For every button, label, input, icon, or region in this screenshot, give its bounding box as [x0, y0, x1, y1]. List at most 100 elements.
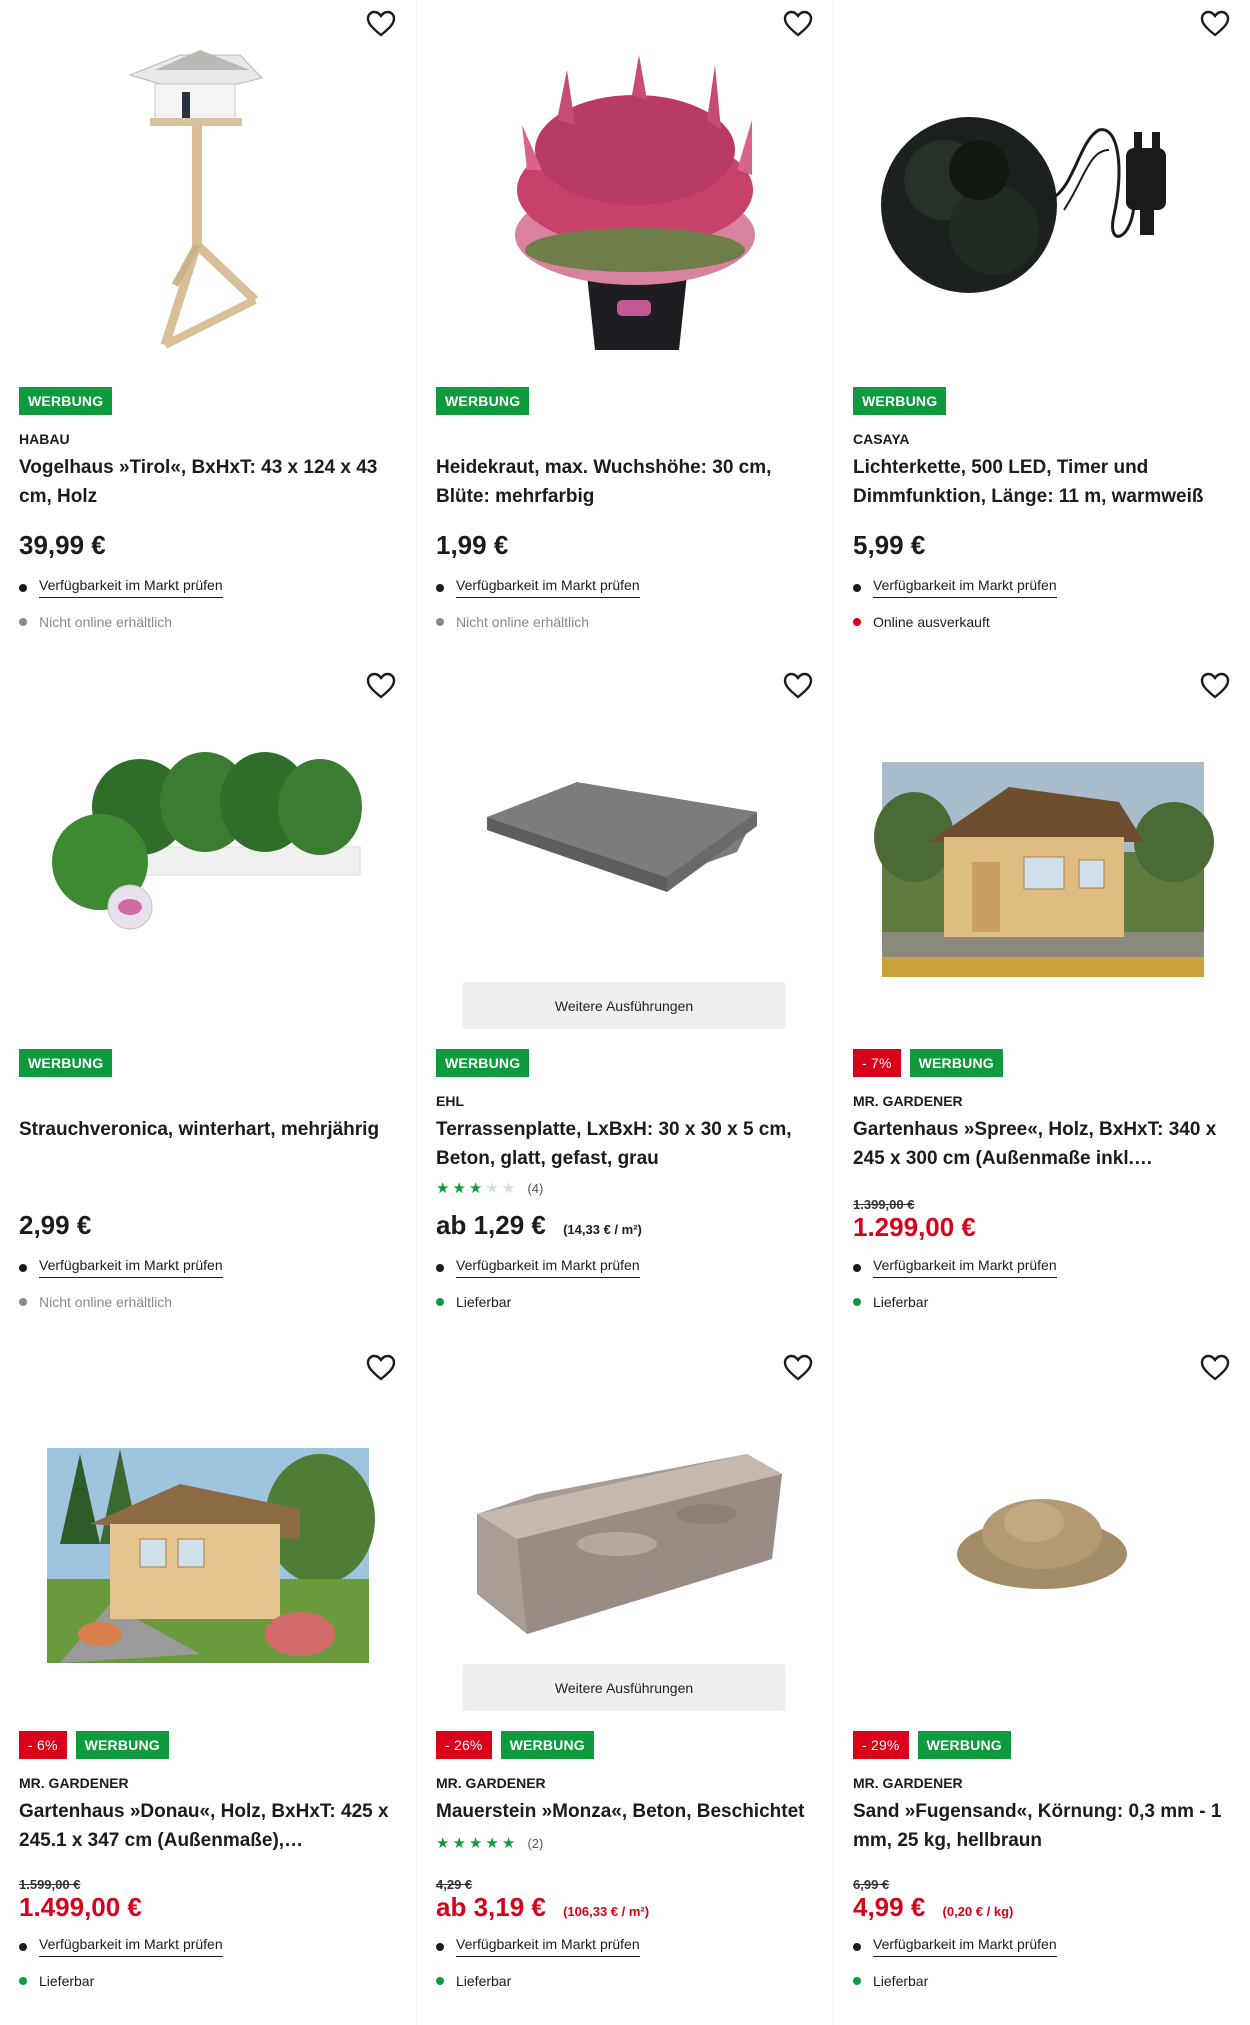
- bullet-icon: [19, 1942, 27, 1951]
- rating-stars[interactable]: ★★★★★ (2): [436, 1834, 543, 1852]
- availability-status: Online ausverkauft: [853, 614, 990, 630]
- product-title[interactable]: Gartenhaus »Spree«, Holz, BxHxT: 340 x 2…: [853, 1115, 1233, 1173]
- unit-price: (14,33 € / m²): [563, 1222, 642, 1237]
- check-availability-link[interactable]: Verfügbarkeit im Markt prüfen: [456, 1257, 640, 1278]
- check-availability-link[interactable]: Verfügbarkeit im Markt prüfen: [456, 577, 640, 598]
- garden-house-donau-image[interactable]: [0, 1344, 416, 1714]
- product-price: 5,99 €: [853, 530, 926, 560]
- check-availability-link[interactable]: Verfügbarkeit im Markt prüfen: [873, 1936, 1057, 1957]
- check-availability-link[interactable]: Verfügbarkeit im Markt prüfen: [39, 1257, 223, 1278]
- bullet-icon: [853, 1263, 861, 1272]
- product-title[interactable]: Terrassenplatte, LxBxH: 30 x 30 x 5 cm, …: [436, 1115, 816, 1173]
- product-title[interactable]: Strauchveronica, winterhart, mehrjährig: [19, 1115, 399, 1144]
- status-text: Lieferbar: [873, 1973, 929, 1989]
- status-text: Lieferbar: [456, 1973, 512, 1989]
- terrace-slab-image[interactable]: [417, 662, 833, 1032]
- rating-count: (4): [527, 1181, 544, 1196]
- product-price: 4,99 € (0,20 € / kg): [853, 1892, 1013, 1923]
- price-value: ab 3,19 €: [436, 1892, 546, 1922]
- availability-check-link[interactable]: Verfügbarkeit im Markt prüfen: [853, 1257, 1057, 1278]
- availability-check-link[interactable]: Verfügbarkeit im Markt prüfen: [19, 1257, 223, 1278]
- price-value: 4,99 €: [853, 1892, 926, 1922]
- availability-check-link[interactable]: Verfügbarkeit im Markt prüfen: [853, 1936, 1057, 1957]
- status-text: Online ausverkauft: [873, 614, 990, 630]
- product-title[interactable]: Gartenhaus »Donau«, Holz, BxHxT: 425 x 2…: [19, 1797, 399, 1855]
- more-variants-button[interactable]: Weitere Ausführungen: [463, 1664, 785, 1711]
- product-brand: CASAYA: [853, 431, 910, 447]
- product-title[interactable]: Sand »Fugensand«, Körnung: 0,3 mm - 1 mm…: [853, 1797, 1233, 1855]
- product-brand: MR. GARDENER: [853, 1093, 963, 1109]
- product-brand: HABAU: [19, 431, 70, 447]
- product-card[interactable]: - 7% WERBUNG MR. GARDENER Gartenhaus »Sp…: [834, 662, 1250, 1344]
- ad-badge: WERBUNG: [500, 1731, 594, 1759]
- star-filled-icon: ★: [436, 1835, 453, 1852]
- star-filled-icon: ★: [436, 1180, 453, 1197]
- product-card[interactable]: - 29% WERBUNG MR. GARDENER Sand »Fugensa…: [834, 1344, 1250, 2025]
- product-brand: MR. GARDENER: [853, 1775, 963, 1791]
- rating-stars[interactable]: ★★★★★ (4): [436, 1179, 543, 1197]
- bird-house-image[interactable]: [0, 0, 416, 370]
- ad-badge: WERBUNG: [917, 1731, 1011, 1759]
- wall-stone-image[interactable]: [417, 1344, 833, 1714]
- bullet-icon: [853, 1942, 861, 1951]
- product-card[interactable]: WERBUNG HABAU Vogelhaus »Tirol«, BxHxT: …: [0, 0, 416, 662]
- availability-check-link[interactable]: Verfügbarkeit im Markt prüfen: [19, 1936, 223, 1957]
- availability-status: Lieferbar: [436, 1973, 511, 1989]
- product-card[interactable]: WERBUNG CASAYA Lichterkette, 500 LED, Ti…: [834, 0, 1250, 662]
- check-availability-link[interactable]: Verfügbarkeit im Markt prüfen: [456, 1936, 640, 1957]
- status-dot-icon: [853, 1298, 861, 1306]
- availability-check-link[interactable]: Verfügbarkeit im Markt prüfen: [436, 1257, 640, 1278]
- joint-sand-image[interactable]: [834, 1344, 1250, 1714]
- star-filled-icon: ★: [485, 1835, 502, 1852]
- discount-badge: - 7%: [853, 1049, 901, 1077]
- ad-badge: WERBUNG: [75, 1731, 169, 1759]
- shrub-veronica-image[interactable]: [0, 662, 416, 1032]
- availability-status: Nicht online erhältlich: [436, 614, 589, 630]
- status-dot-icon: [19, 1298, 27, 1306]
- product-card[interactable]: WERBUNG Strauchveronica, winterhart, meh…: [0, 662, 416, 1344]
- old-price: 4,29 €: [436, 1877, 473, 1892]
- product-card[interactable]: Weitere Ausführungen WERBUNG EHL Terrass…: [417, 662, 833, 1344]
- ad-badge: WERBUNG: [909, 1049, 1003, 1077]
- heather-plant-image[interactable]: [417, 0, 833, 370]
- old-price: 6,99 €: [853, 1877, 890, 1892]
- status-dot-icon: [853, 1977, 861, 1985]
- availability-check-link[interactable]: Verfügbarkeit im Markt prüfen: [19, 577, 223, 598]
- product-card[interactable]: WERBUNG Heidekraut, max. Wuchshöhe: 30 c…: [417, 0, 833, 662]
- check-availability-link[interactable]: Verfügbarkeit im Markt prüfen: [873, 577, 1057, 598]
- product-price: 1,99 €: [436, 530, 509, 560]
- product-price: 39,99 €: [19, 530, 106, 560]
- status-text: Nicht online erhältlich: [456, 614, 590, 630]
- product-brand: MR. GARDENER: [436, 1775, 546, 1791]
- check-availability-link[interactable]: Verfügbarkeit im Markt prüfen: [39, 1936, 223, 1957]
- old-price: 1.399,00 €: [853, 1197, 915, 1212]
- check-availability-link[interactable]: Verfügbarkeit im Markt prüfen: [873, 1257, 1057, 1278]
- status-text: Nicht online erhältlich: [39, 614, 173, 630]
- check-availability-link[interactable]: Verfügbarkeit im Markt prüfen: [39, 577, 223, 598]
- product-title[interactable]: Mauerstein »Monza«, Beton, Beschichtet: [436, 1797, 816, 1826]
- star-empty-icon: ★: [501, 1180, 519, 1197]
- bullet-icon: [853, 583, 861, 592]
- bullet-icon: [436, 583, 444, 592]
- product-card[interactable]: Weitere Ausführungen - 26% WERBUNG MR. G…: [417, 1344, 833, 2025]
- product-brand: MR. GARDENER: [19, 1775, 129, 1791]
- bullet-icon: [19, 583, 27, 592]
- light-chain-image[interactable]: [834, 0, 1250, 370]
- product-title[interactable]: Vogelhaus »Tirol«, BxHxT: 43 x 124 x 43 …: [19, 453, 399, 511]
- availability-check-link[interactable]: Verfügbarkeit im Markt prüfen: [436, 1936, 640, 1957]
- star-empty-icon: ★: [485, 1180, 502, 1197]
- availability-check-link[interactable]: Verfügbarkeit im Markt prüfen: [436, 577, 640, 598]
- more-variants-button[interactable]: Weitere Ausführungen: [463, 982, 785, 1029]
- bullet-icon: [19, 1263, 27, 1272]
- product-card[interactable]: - 6% WERBUNG MR. GARDENER Gartenhaus »Do…: [0, 1344, 416, 2025]
- availability-status: Nicht online erhältlich: [19, 614, 172, 630]
- availability-check-link[interactable]: Verfügbarkeit im Markt prüfen: [853, 577, 1057, 598]
- product-price: 1.299,00 €: [853, 1212, 976, 1242]
- ad-badge: WERBUNG: [436, 387, 530, 415]
- product-title[interactable]: Heidekraut, max. Wuchshöhe: 30 cm, Blüte…: [436, 453, 816, 511]
- product-title[interactable]: Lichterkette, 500 LED, Timer und Dimmfun…: [853, 453, 1233, 511]
- status-dot-icon: [436, 618, 444, 626]
- garden-house-spree-image[interactable]: [834, 662, 1250, 1032]
- star-filled-icon: ★: [501, 1835, 519, 1852]
- status-dot-icon: [436, 1977, 444, 1985]
